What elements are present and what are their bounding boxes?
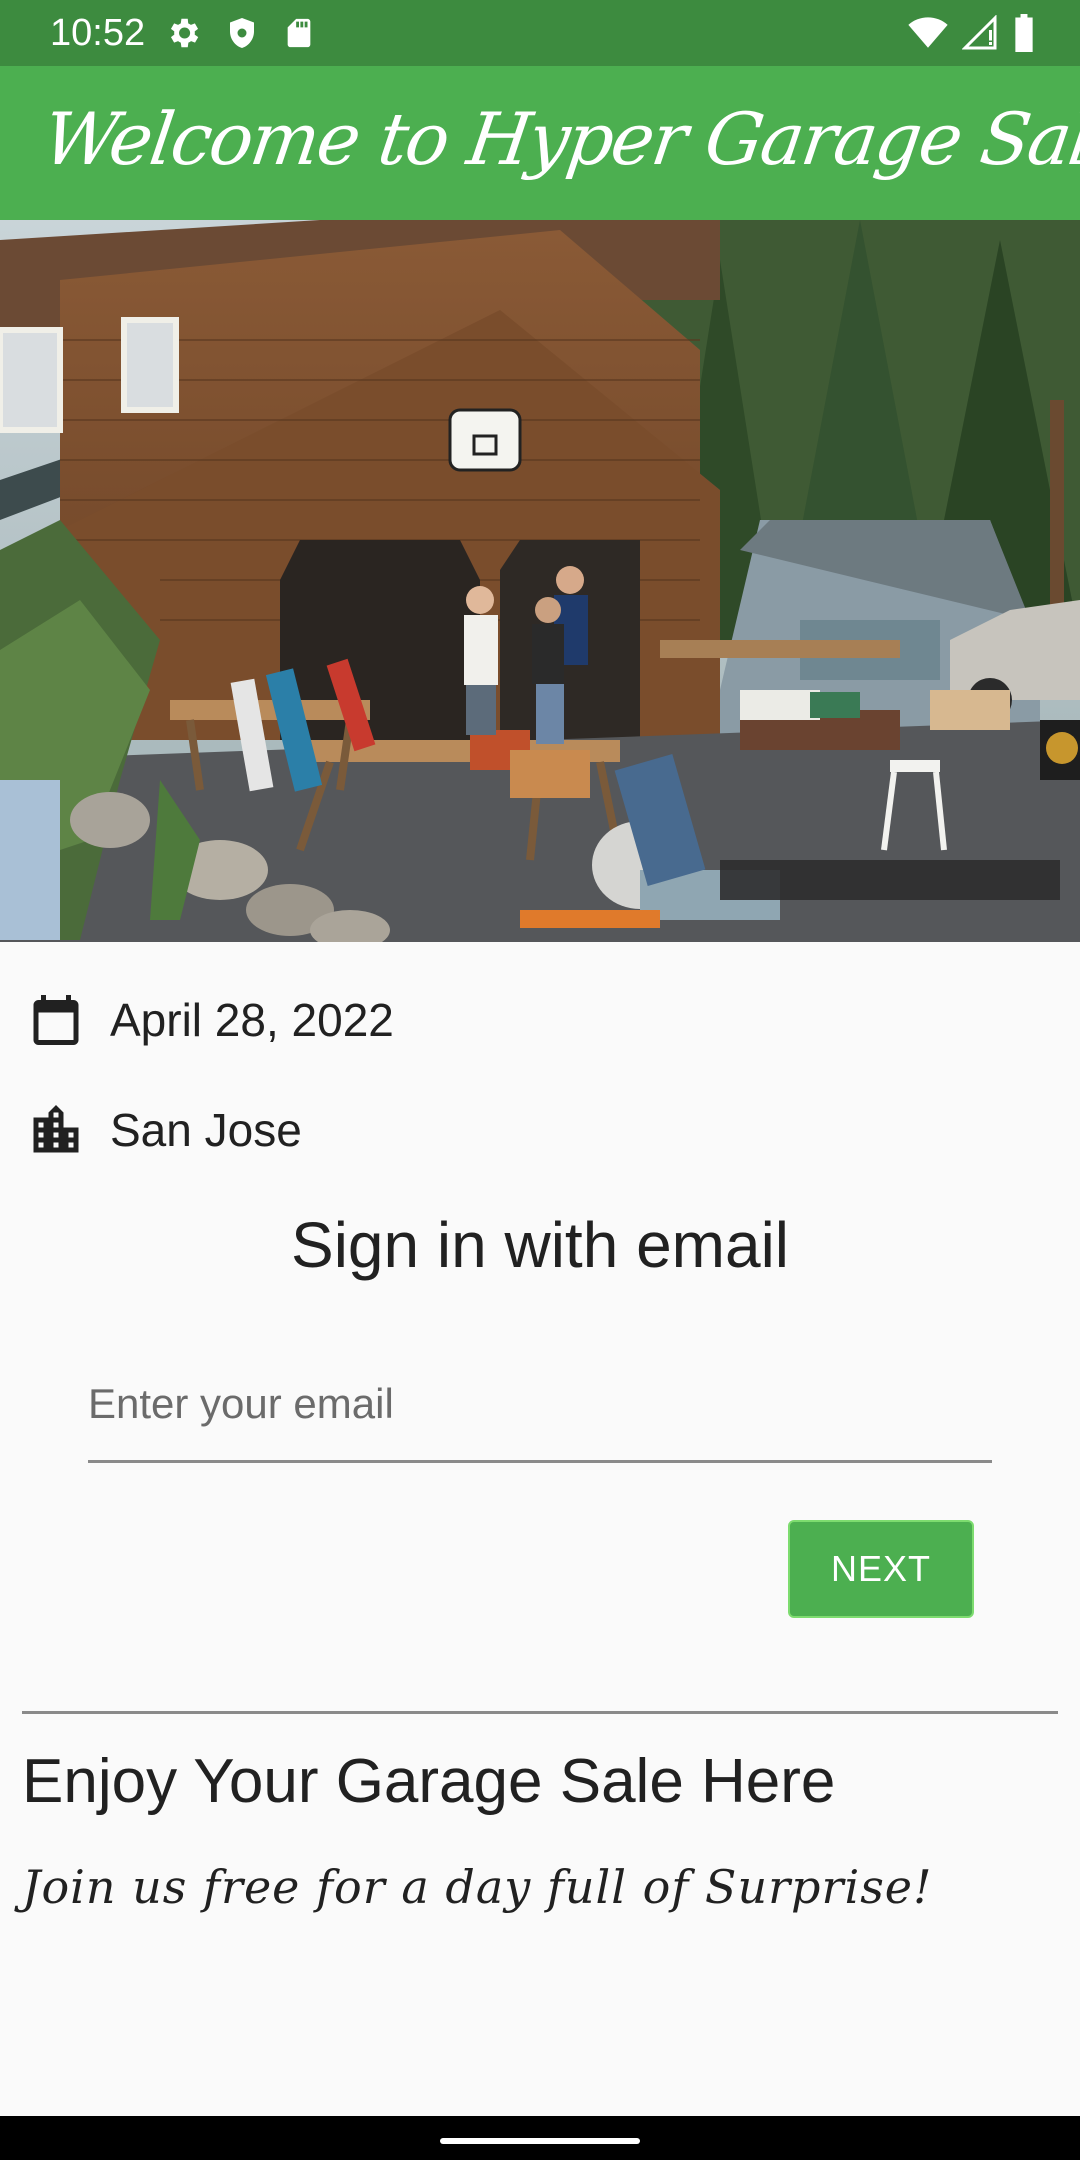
screen: 10:52 Welcome to Hyper Garage Sale April… <box>0 0 1080 2160</box>
app-bar: Welcome to Hyper Garage Sale <box>0 66 1080 220</box>
shield-icon <box>224 14 260 52</box>
cellular-signal-icon <box>962 15 998 51</box>
wifi-icon <box>908 15 948 51</box>
status-right-icons <box>908 14 1036 52</box>
sd-card-icon <box>282 14 316 52</box>
email-field[interactable] <box>88 1348 992 1463</box>
status-bar: 10:52 <box>0 0 1080 66</box>
app-title: Welcome to Hyper Garage Sale <box>38 97 1080 181</box>
event-city-row: San Jose <box>26 1094 302 1166</box>
event-city: San Jose <box>110 1104 302 1156</box>
battery-icon <box>1012 14 1036 52</box>
event-date: April 28, 2022 <box>110 994 394 1046</box>
signin-title: Sign in with email <box>291 1209 789 1281</box>
promo-title: Enjoy Your Garage Sale Here <box>22 1747 836 1816</box>
home-indicator[interactable] <box>440 2138 640 2144</box>
hero-image-garage-sale <box>0 220 1080 942</box>
settings-icon <box>164 14 202 52</box>
city-icon <box>26 1100 86 1160</box>
next-button[interactable]: NEXT <box>788 1520 974 1618</box>
event-date-row: April 28, 2022 <box>26 984 394 1056</box>
status-time: 10:52 <box>50 12 146 54</box>
section-divider <box>22 1711 1058 1714</box>
calendar-icon <box>26 990 86 1050</box>
promo-subtitle: Join us free for a day full of Surprise! <box>22 1860 933 1914</box>
status-left-icons <box>164 14 316 52</box>
